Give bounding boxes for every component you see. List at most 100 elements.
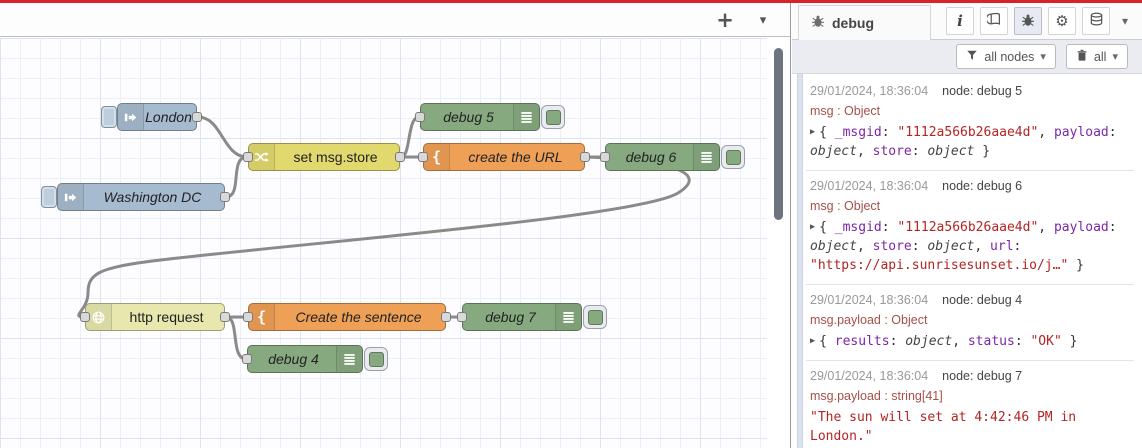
add-flow-button[interactable]: + [712,7,738,33]
input-port[interactable] [243,312,253,322]
flow-list-caret-icon[interactable]: ▾ [750,7,776,33]
debug-message-property-path: msg : Object [810,104,881,118]
debug-message-timestamp: 29/01/2024, 18:36:04 [810,369,929,383]
node-inject-washington-dc[interactable]: Washington DC [41,183,230,211]
input-port[interactable] [457,312,467,322]
debug-message: 29/01/2024, 18:36:04 node: debug 7 msg.pay… [806,361,1134,448]
payload-segment-plain: : [911,144,928,159]
tab-debug[interactable]: debug [798,5,931,40]
payload-segment-plain: , [952,334,968,349]
funnel-icon [966,49,978,64]
debug-messages: 29/01/2024, 18:36:04 node: debug 5 msg : O… [806,76,1134,448]
debug-message-list[interactable]: 29/01/2024, 18:36:04 node: debug 5 msg : O… [792,74,1142,448]
payload-segment-key: _msgid [834,220,882,235]
canvas-scrollbar-thumb[interactable] [774,48,783,220]
input-port[interactable] [415,112,425,122]
payload-segment-str: "1112a566b26aae4d" [897,125,1039,140]
payload-segment-plain: { [819,220,835,235]
payload-segment-str: "OK" [1030,334,1062,349]
node-http-request[interactable]: http request [80,303,230,331]
payload-segment-key: payload [1053,220,1109,235]
node-debug-4[interactable]: debug 4 [242,345,388,373]
node-debug-6[interactable]: debug 6 [600,143,745,171]
debug-message-payload: ▶ { results: object, status: "OK" } [810,332,1132,351]
debug-toggle-button[interactable] [364,347,388,371]
payload-segment-str: "The sun will set at 4:42:46 PM in Londo… [810,410,1077,444]
clear-messages-label: all [1093,49,1107,64]
debug-toggle-button[interactable] [541,105,565,129]
payload-segment-key: status [967,334,1015,349]
node-label: debug 6 [625,149,677,165]
node-template-create-url[interactable]: {create the URL [418,143,590,171]
list-icon [513,104,539,130]
sidebar-tab-button-config[interactable]: ⚙ [1048,7,1076,35]
node-change-set-msg-store[interactable]: set msg.store [243,143,405,171]
input-port[interactable] [600,152,610,162]
debug-toggle-button[interactable] [721,145,745,169]
trash-icon [1076,49,1088,65]
node-template-create-sentence[interactable]: {Create the sentence [243,303,451,331]
payload-segment-key: store [872,239,912,254]
payload-segment-plain: } [974,144,991,159]
payload-segment-plain: : [881,125,898,140]
clear-messages-button[interactable]: all ▾ [1065,44,1128,69]
sidebar-menu-caret-icon[interactable]: ▾ [1116,7,1134,35]
output-port[interactable] [220,192,230,202]
config-icon: ⚙ [1055,12,1069,30]
top-red-divider [0,0,1142,3]
payload-segment-plain: : [1108,220,1117,235]
workspace-grid[interactable] [0,38,767,448]
payload-segment-plain: } [1061,334,1078,349]
tab-debug-label: debug [832,15,874,31]
node-label: debug 5 [443,109,494,125]
output-port[interactable] [192,112,202,122]
node-label: http request [129,309,204,325]
input-port[interactable] [243,152,253,162]
output-port[interactable] [441,312,451,322]
payload-segment-plain: : [889,334,906,349]
bug-icon [811,14,825,33]
debug-message-source-node: node: debug 6 [942,179,1023,193]
debug-message-source-node: node: debug 5 [942,84,1023,98]
debug-message-meta: 29/01/2024, 18:36:04 node: debug 4 [810,293,1132,307]
payload-segment-plain: , [1038,125,1054,140]
input-port[interactable] [80,312,90,322]
debug-toggle-state [587,309,603,325]
sidebar-tab-button-context[interactable] [1082,7,1110,35]
node-debug-7[interactable]: debug 7 [457,303,607,331]
output-port[interactable] [580,152,590,162]
expand-caret-icon[interactable]: ▶ [810,127,815,137]
node-label: Create the sentence [295,309,422,325]
list-icon [693,144,719,170]
debug-toggle-state [545,109,561,125]
debug-message-payload: ▶{ _msgid: "1112a566b26aae4d", payload: … [810,218,1132,275]
filter-nodes-label: all nodes [984,49,1035,64]
output-port[interactable] [395,152,405,162]
input-port[interactable] [418,152,428,162]
filter-nodes-button[interactable]: all nodes ▾ [956,44,1056,69]
info-icon: i [957,12,963,30]
debug-message-meta: 29/01/2024, 18:36:04 node: debug 6 [810,179,1132,193]
debug-message-property-path: msg.payload : string[41] [810,389,943,403]
input-port[interactable] [242,354,252,364]
list-icon [555,304,581,330]
payload-segment-str: "https://api.sunrisesunset.io/j…" [810,258,1069,273]
debug-message: 29/01/2024, 18:36:04 node: debug 5 msg : O… [806,76,1134,171]
flow-editor-canvas[interactable]: + ▾ London Washington DC set msg.store debu… [0,3,790,448]
debug-toggle-button[interactable] [583,305,607,329]
workspace-tab-bar: + ▾ [0,3,790,37]
sidebar-tab-button-help[interactable] [980,7,1008,35]
payload-segment-plain: } [1068,258,1084,273]
sidebar-header: debug i ⚙ ▾ [792,3,1142,40]
inject-button[interactable] [101,106,117,128]
debug-message-timestamp: 29/01/2024, 18:36:04 [810,293,929,307]
expand-caret-icon[interactable]: ▶ [810,222,815,232]
payload-segment-plain: , [856,239,873,254]
node-debug-5[interactable]: debug 5 [415,103,565,131]
inject-button[interactable] [41,186,57,208]
sidebar-tab-button-info[interactable]: i [946,7,974,35]
sidebar-tab-button-debug[interactable] [1014,7,1042,35]
node-inject-london[interactable]: London [101,103,202,131]
output-port[interactable] [220,312,230,322]
expand-caret-icon[interactable]: ▶ [810,336,815,346]
